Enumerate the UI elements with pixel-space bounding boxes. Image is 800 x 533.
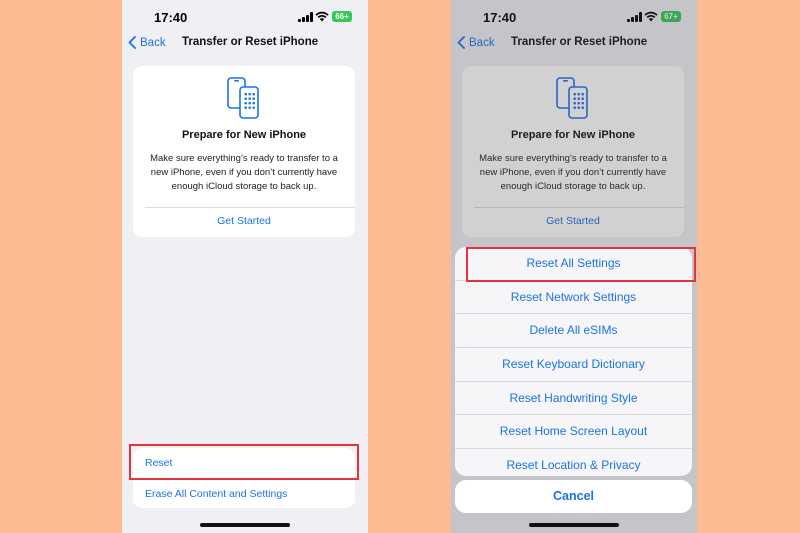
chevron-left-icon xyxy=(128,36,136,49)
reset-location-privacy-button[interactable]: Reset Location & Privacy xyxy=(455,448,692,476)
battery-indicator: 66+ xyxy=(332,11,352,22)
status-bar: 17:40 66+ xyxy=(122,0,368,30)
get-started-button[interactable]: Get Started xyxy=(133,215,355,227)
wifi-icon xyxy=(315,11,329,22)
right-phone-screen: 17:40 67+ Back Transfer or Reset iPhone xyxy=(451,0,697,533)
reset-network-settings-button[interactable]: Reset Network Settings xyxy=(455,279,692,314)
home-indicator xyxy=(529,523,619,527)
prepare-description: Make sure everything’s ready to transfer… xyxy=(150,153,338,192)
reset-highlight-box xyxy=(129,444,359,480)
delete-all-esims-button[interactable]: Delete All eSIMs xyxy=(455,313,692,347)
left-phone-screen: 17:40 66+ Back Transfer or Reset iPhone xyxy=(122,0,368,533)
cancel-button[interactable]: Cancel xyxy=(455,480,692,513)
home-indicator xyxy=(200,523,290,527)
back-label: Back xyxy=(140,36,166,49)
back-button[interactable]: Back xyxy=(128,36,166,49)
prepare-title: Prepare for New iPhone xyxy=(181,129,307,141)
status-time: 17:40 xyxy=(154,10,188,25)
reset-all-settings-highlight-box xyxy=(466,247,696,282)
page-title: Transfer or Reset iPhone xyxy=(182,36,319,48)
erase-all-content-button[interactable]: Erase All Content and Settings xyxy=(133,479,355,509)
prepare-card: Prepare for New iPhone Make sure everyth… xyxy=(133,66,355,237)
navigation-bar: Back Transfer or Reset iPhone xyxy=(122,34,368,54)
two-phones-icon xyxy=(227,77,259,119)
reset-keyboard-dictionary-button[interactable]: Reset Keyboard Dictionary xyxy=(455,347,692,381)
reset-handwriting-style-button[interactable]: Reset Handwriting Style xyxy=(455,380,692,415)
divider xyxy=(145,207,355,208)
reset-home-screen-layout-button[interactable]: Reset Home Screen Layout xyxy=(455,414,692,448)
cellular-signal-icon xyxy=(298,12,313,22)
